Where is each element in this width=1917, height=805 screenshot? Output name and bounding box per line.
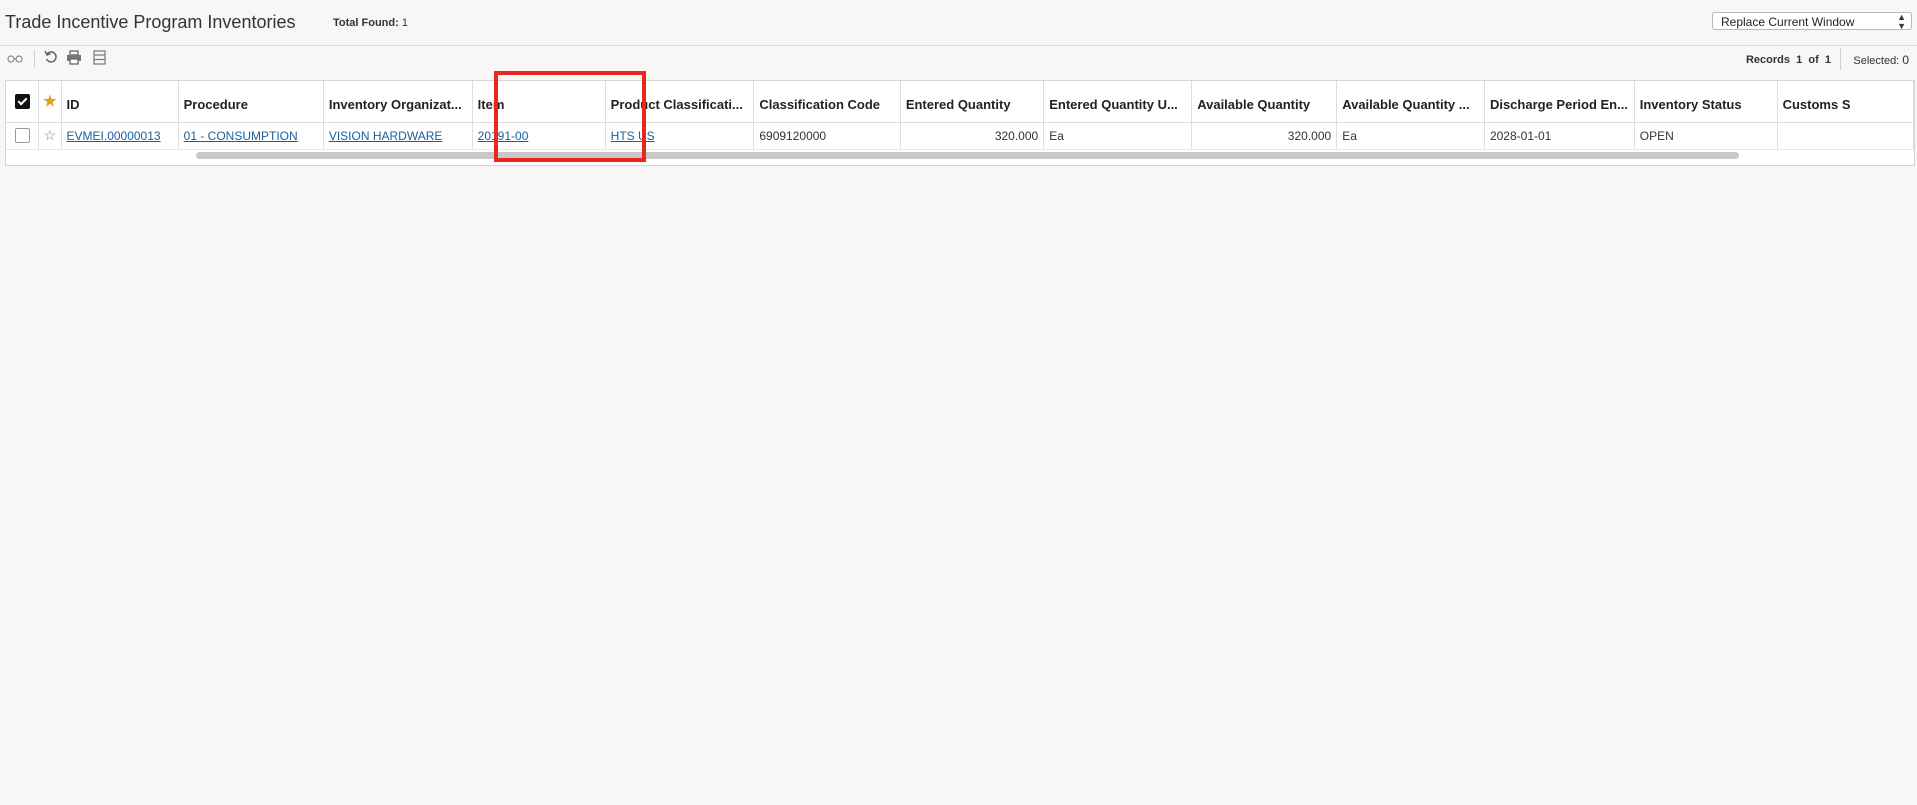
favorite-header: ★ — [38, 81, 62, 123]
page-header: Trade Incentive Program Inventories Tota… — [0, 0, 1917, 46]
total-found-label: Total Found: — [333, 17, 399, 29]
star-outline-icon[interactable]: ☆ — [44, 127, 57, 143]
selected-value: 0 — [1902, 53, 1909, 67]
refresh-icon[interactable] — [42, 50, 60, 68]
procedure-link[interactable]: 01 - CONSUMPTION — [184, 129, 298, 143]
select-all-cell[interactable] — [6, 81, 40, 123]
column-header-id[interactable]: ID — [61, 81, 179, 123]
window-mode-select[interactable]: Replace Current Window ▲ ▼ — [1712, 12, 1912, 31]
column-header-inventory-status[interactable]: Inventory Status — [1634, 81, 1778, 123]
row-favorite-cell[interactable]: ☆ — [38, 122, 62, 150]
column-header-available-quantity-uom[interactable]: Available Quantity ... — [1336, 81, 1485, 123]
cell-entered-quantity: 320.000 — [900, 122, 1045, 150]
cell-id: EVMEI.00000013 — [61, 122, 179, 150]
header-row: ★ ID Procedure Inventory Organizat... It… — [6, 81, 1914, 123]
records-label: Records — [1745, 54, 1790, 66]
select-arrows-icon: ▲ ▼ — [1897, 12, 1906, 31]
records-indicator: Records 1 of 1 — [1746, 54, 1831, 66]
cell-procedure: 01 - CONSUMPTION — [178, 122, 324, 150]
inventory-org-link[interactable]: VISION HARDWARE — [329, 129, 443, 143]
cell-available-quantity-uom: Ea — [1336, 122, 1485, 150]
select-all-checkbox[interactable] — [14, 94, 30, 110]
column-header-discharge-period-end[interactable]: Discharge Period En... — [1484, 81, 1635, 123]
toolbar-divider — [34, 50, 35, 68]
cell-customs — [1777, 122, 1914, 150]
cell-classification-code: 6909120000 — [753, 122, 901, 150]
cell-item: 20191-00 — [472, 122, 606, 150]
toolbar — [0, 46, 1917, 77]
id-link[interactable]: EVMEI.00000013 — [67, 129, 161, 143]
column-header-entered-quantity-uom[interactable]: Entered Quantity U... — [1043, 81, 1193, 123]
selected-divider — [1840, 48, 1841, 70]
column-header-procedure[interactable]: Procedure — [178, 81, 324, 123]
column-header-product-classification[interactable]: Product Classificati... — [605, 81, 755, 123]
total-found: Total Found: 1 — [333, 17, 408, 29]
columns-icon[interactable] — [90, 50, 108, 68]
column-header-classification-code[interactable]: Classification Code — [753, 81, 901, 123]
records-from: 1 — [1796, 54, 1803, 66]
records-total: 1 — [1824, 54, 1831, 66]
cell-available-quantity: 320.000 — [1191, 122, 1338, 150]
column-header-available-quantity[interactable]: Available Quantity — [1191, 81, 1338, 123]
cell-discharge-period-end: 2028-01-01 — [1484, 122, 1635, 150]
cell-inventory-status: OPEN — [1634, 122, 1778, 150]
cell-entered-quantity-uom: Ea — [1043, 122, 1193, 150]
page-title: Trade Incentive Program Inventories — [5, 12, 296, 32]
column-header-customs[interactable]: Customs S — [1777, 81, 1914, 123]
row-checkbox[interactable] — [14, 128, 30, 144]
row-select-cell[interactable] — [6, 122, 40, 150]
selected-count: Selected: 0 — [1853, 53, 1909, 67]
item-link[interactable]: 20191-00 — [478, 129, 529, 143]
cell-inventory-org: VISION HARDWARE — [323, 122, 473, 150]
horizontal-scrollbar[interactable] — [196, 152, 1739, 159]
product-classification-link[interactable]: HTS US — [611, 129, 655, 143]
table-row: ☆ EVMEI.00000013 01 - CONSUMPTION VISION… — [6, 122, 1914, 150]
results-table: ★ ID Procedure Inventory Organizat... It… — [6, 81, 1914, 150]
star-filled-icon: ★ — [43, 93, 57, 111]
print-icon[interactable] — [65, 50, 83, 68]
column-header-inventory-org[interactable]: Inventory Organizat... — [323, 81, 473, 123]
cell-product-classification: HTS US — [605, 122, 755, 150]
window-mode-value: Replace Current Window — [1721, 15, 1855, 29]
view-glasses-icon[interactable] — [6, 50, 24, 68]
column-header-item[interactable]: Item — [472, 81, 606, 123]
total-found-value: 1 — [401, 17, 408, 29]
selected-label: Selected: — [1853, 55, 1900, 67]
column-header-entered-quantity[interactable]: Entered Quantity — [900, 81, 1045, 123]
records-of: of — [1808, 54, 1819, 66]
